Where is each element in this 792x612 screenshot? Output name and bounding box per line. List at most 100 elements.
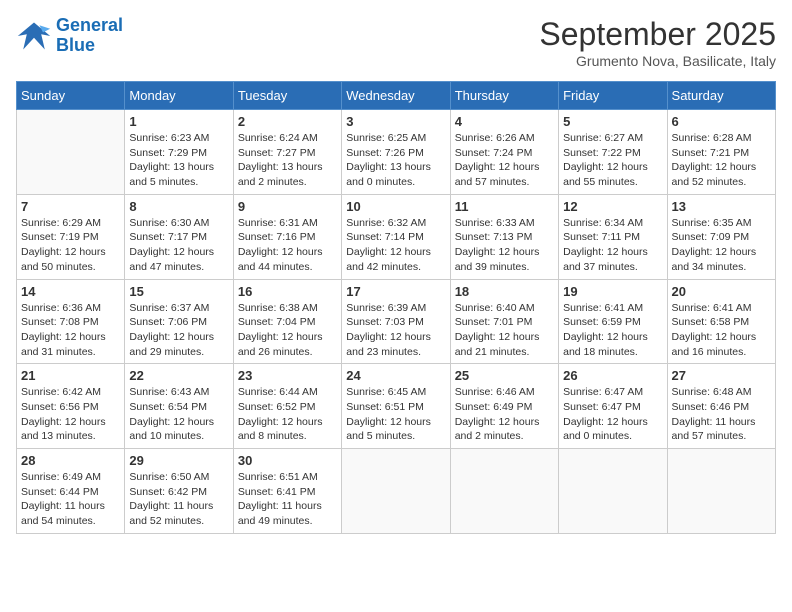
day-number: 6	[672, 114, 771, 129]
calendar-cell: 29Sunrise: 6:50 AM Sunset: 6:42 PM Dayli…	[125, 449, 233, 534]
calendar-week-1: 1Sunrise: 6:23 AM Sunset: 7:29 PM Daylig…	[17, 110, 776, 195]
day-number: 8	[129, 199, 228, 214]
calendar-week-3: 14 Sunrise: 6:36 AM Sunset: 7:08 PM Dayli…	[17, 279, 776, 364]
day-number: 26	[563, 368, 662, 383]
day-number: 13	[672, 199, 771, 214]
day-info: Sunrise: 6:31 AM Sunset: 7:16 PM Dayligh…	[238, 216, 337, 275]
day-number: 21	[21, 368, 120, 383]
day-info: Sunrise: 6:29 AM Sunset: 7:19 PM Dayligh…	[21, 216, 120, 275]
calendar-cell: 18Sunrise: 6:40 AM Sunset: 7:01 PM Dayli…	[450, 279, 558, 364]
calendar-week-2: 7 Sunrise: 6:29 AM Sunset: 7:19 PM Daylig…	[17, 194, 776, 279]
logo-line1: General	[56, 15, 123, 35]
calendar-cell: 8 Sunrise: 6:30 AM Sunset: 7:17 PM Daylig…	[125, 194, 233, 279]
column-header-sunday: Sunday	[17, 82, 125, 110]
column-header-saturday: Saturday	[667, 82, 775, 110]
day-number: 14	[21, 284, 120, 299]
calendar-cell: 23Sunrise: 6:44 AM Sunset: 6:52 PM Dayli…	[233, 364, 341, 449]
calendar-cell: 22Sunrise: 6:43 AM Sunset: 6:54 PM Dayli…	[125, 364, 233, 449]
calendar-header-row: SundayMondayTuesdayWednesdayThursdayFrid…	[17, 82, 776, 110]
calendar-cell: 7 Sunrise: 6:29 AM Sunset: 7:19 PM Daylig…	[17, 194, 125, 279]
calendar-cell: 24 Sunrise: 6:45 AM Sunset: 6:51 PM Dayli…	[342, 364, 450, 449]
calendar-week-4: 21 Sunrise: 6:42 AM Sunset: 6:56 PM Dayli…	[17, 364, 776, 449]
day-number: 15	[129, 284, 228, 299]
day-info: Sunrise: 6:27 AM Sunset: 7:22 PM Dayligh…	[563, 131, 662, 190]
calendar-cell: 30 Sunrise: 6:51 AM Sunset: 6:41 PM Dayli…	[233, 449, 341, 534]
calendar-cell: 25 Sunrise: 6:46 AM Sunset: 6:49 PM Dayli…	[450, 364, 558, 449]
day-info: Sunrise: 6:39 AM Sunset: 7:03 PM Dayligh…	[346, 301, 445, 360]
calendar-body: 1Sunrise: 6:23 AM Sunset: 7:29 PM Daylig…	[17, 110, 776, 534]
calendar-cell: 19Sunrise: 6:41 AM Sunset: 6:59 PM Dayli…	[559, 279, 667, 364]
day-info: Sunrise: 6:33 AM Sunset: 7:13 PM Dayligh…	[455, 216, 554, 275]
day-number: 12	[563, 199, 662, 214]
day-number: 17	[346, 284, 445, 299]
logo: General Blue	[16, 16, 123, 56]
day-info: Sunrise: 6:51 AM Sunset: 6:41 PM Dayligh…	[238, 470, 337, 529]
day-number: 2	[238, 114, 337, 129]
day-info: Sunrise: 6:44 AM Sunset: 6:52 PM Dayligh…	[238, 385, 337, 444]
day-number: 25	[455, 368, 554, 383]
day-number: 5	[563, 114, 662, 129]
column-header-monday: Monday	[125, 82, 233, 110]
day-number: 22	[129, 368, 228, 383]
calendar-cell	[559, 449, 667, 534]
day-info: Sunrise: 6:37 AM Sunset: 7:06 PM Dayligh…	[129, 301, 228, 360]
logo-line2: Blue	[56, 35, 95, 55]
calendar-cell: 28Sunrise: 6:49 AM Sunset: 6:44 PM Dayli…	[17, 449, 125, 534]
day-number: 10	[346, 199, 445, 214]
day-info: Sunrise: 6:35 AM Sunset: 7:09 PM Dayligh…	[672, 216, 771, 275]
calendar-cell: 10 Sunrise: 6:32 AM Sunset: 7:14 PM Dayli…	[342, 194, 450, 279]
day-number: 1	[129, 114, 228, 129]
day-info: Sunrise: 6:26 AM Sunset: 7:24 PM Dayligh…	[455, 131, 554, 190]
calendar-cell: 11 Sunrise: 6:33 AM Sunset: 7:13 PM Dayli…	[450, 194, 558, 279]
day-info: Sunrise: 6:25 AM Sunset: 7:26 PM Dayligh…	[346, 131, 445, 190]
day-info: Sunrise: 6:32 AM Sunset: 7:14 PM Dayligh…	[346, 216, 445, 275]
day-info: Sunrise: 6:46 AM Sunset: 6:49 PM Dayligh…	[455, 385, 554, 444]
calendar-week-5: 28Sunrise: 6:49 AM Sunset: 6:44 PM Dayli…	[17, 449, 776, 534]
day-number: 7	[21, 199, 120, 214]
calendar-cell	[17, 110, 125, 195]
day-number: 4	[455, 114, 554, 129]
day-info: Sunrise: 6:48 AM Sunset: 6:46 PM Dayligh…	[672, 385, 771, 444]
logo-icon	[16, 18, 52, 54]
day-number: 30	[238, 453, 337, 468]
calendar-cell: 16Sunrise: 6:38 AM Sunset: 7:04 PM Dayli…	[233, 279, 341, 364]
day-number: 24	[346, 368, 445, 383]
title-area: September 2025 Grumento Nova, Basilicate…	[539, 16, 776, 69]
location-subtitle: Grumento Nova, Basilicate, Italy	[539, 53, 776, 69]
day-number: 3	[346, 114, 445, 129]
day-info: Sunrise: 6:28 AM Sunset: 7:21 PM Dayligh…	[672, 131, 771, 190]
day-number: 18	[455, 284, 554, 299]
calendar-cell: 26 Sunrise: 6:47 AM Sunset: 6:47 PM Dayli…	[559, 364, 667, 449]
column-header-tuesday: Tuesday	[233, 82, 341, 110]
day-number: 19	[563, 284, 662, 299]
column-header-friday: Friday	[559, 82, 667, 110]
day-info: Sunrise: 6:45 AM Sunset: 6:51 PM Dayligh…	[346, 385, 445, 444]
column-header-wednesday: Wednesday	[342, 82, 450, 110]
day-info: Sunrise: 6:47 AM Sunset: 6:47 PM Dayligh…	[563, 385, 662, 444]
day-info: Sunrise: 6:42 AM Sunset: 6:56 PM Dayligh…	[21, 385, 120, 444]
calendar-cell: 3 Sunrise: 6:25 AM Sunset: 7:26 PM Daylig…	[342, 110, 450, 195]
calendar-cell: 13 Sunrise: 6:35 AM Sunset: 7:09 PM Dayli…	[667, 194, 775, 279]
calendar-cell: 6 Sunrise: 6:28 AM Sunset: 7:21 PM Daylig…	[667, 110, 775, 195]
day-number: 27	[672, 368, 771, 383]
column-header-thursday: Thursday	[450, 82, 558, 110]
day-info: Sunrise: 6:30 AM Sunset: 7:17 PM Dayligh…	[129, 216, 228, 275]
day-number: 16	[238, 284, 337, 299]
day-info: Sunrise: 6:41 AM Sunset: 6:58 PM Dayligh…	[672, 301, 771, 360]
calendar-cell: 21 Sunrise: 6:42 AM Sunset: 6:56 PM Dayli…	[17, 364, 125, 449]
page-header: General Blue September 2025 Grumento Nov…	[16, 16, 776, 69]
day-number: 11	[455, 199, 554, 214]
day-number: 20	[672, 284, 771, 299]
month-title: September 2025	[539, 16, 776, 53]
calendar-cell: 1Sunrise: 6:23 AM Sunset: 7:29 PM Daylig…	[125, 110, 233, 195]
calendar-cell: 12Sunrise: 6:34 AM Sunset: 7:11 PM Dayli…	[559, 194, 667, 279]
calendar-cell: 9 Sunrise: 6:31 AM Sunset: 7:16 PM Daylig…	[233, 194, 341, 279]
day-info: Sunrise: 6:24 AM Sunset: 7:27 PM Dayligh…	[238, 131, 337, 190]
day-number: 9	[238, 199, 337, 214]
day-info: Sunrise: 6:36 AM Sunset: 7:08 PM Dayligh…	[21, 301, 120, 360]
calendar-cell: 5 Sunrise: 6:27 AM Sunset: 7:22 PM Daylig…	[559, 110, 667, 195]
calendar-cell	[667, 449, 775, 534]
calendar-cell: 20 Sunrise: 6:41 AM Sunset: 6:58 PM Dayli…	[667, 279, 775, 364]
calendar-cell	[450, 449, 558, 534]
calendar-cell: 17 Sunrise: 6:39 AM Sunset: 7:03 PM Dayli…	[342, 279, 450, 364]
